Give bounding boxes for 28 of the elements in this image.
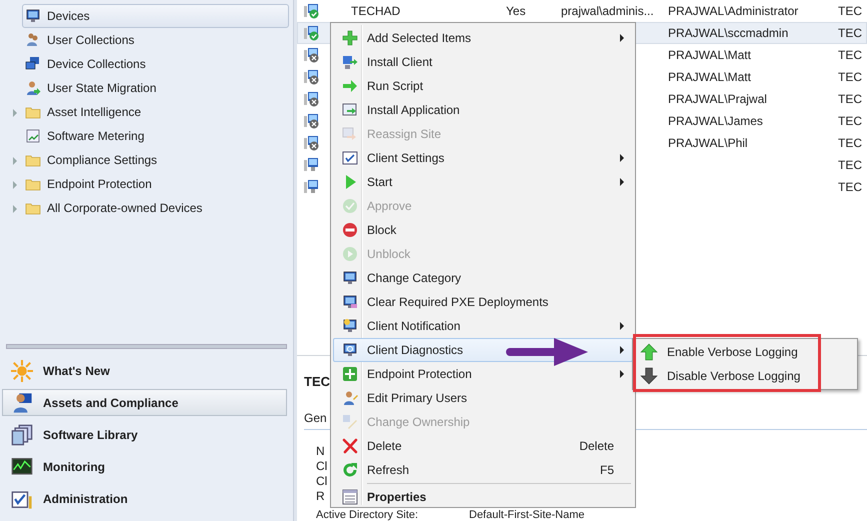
field-label: N bbox=[316, 444, 325, 458]
table-cell-text: TEC bbox=[838, 114, 863, 128]
table-cell-text: TEC bbox=[838, 70, 863, 84]
table-cell-text: TEC bbox=[838, 4, 863, 18]
shortcut-label: Delete bbox=[579, 439, 614, 453]
table-cell-text: prajwal\adminis... bbox=[561, 4, 655, 18]
table-cell-text: TEC bbox=[838, 158, 863, 172]
table-cell-text: PRAJWAL\sccmadmin bbox=[668, 26, 790, 40]
table-cell-text: Yes bbox=[506, 4, 527, 18]
table-cell-text: PRAJWAL\Matt bbox=[668, 48, 752, 62]
table-cell-text: TEC bbox=[838, 48, 863, 62]
table-cell-text: PRAJWAL\Prajwal bbox=[668, 92, 768, 106]
field-label: Cl bbox=[316, 458, 328, 472]
table-cell-text: TECHAD bbox=[351, 4, 402, 18]
field-label: Active Directory Site: bbox=[316, 509, 420, 521]
table-cell-text: TEC bbox=[838, 180, 863, 194]
field-value: Default-First-Site-Name bbox=[469, 509, 585, 521]
table-cell-text: TEC bbox=[838, 92, 863, 106]
table-cell-text: TEC bbox=[838, 26, 863, 40]
details-title: TEC bbox=[304, 373, 330, 390]
field-label: Cl bbox=[316, 474, 328, 488]
table-cell-text: PRAJWAL\James bbox=[668, 114, 764, 128]
field-label: R bbox=[316, 488, 325, 502]
table-cell-text: PRAJWAL\Administrator bbox=[668, 4, 800, 18]
table-cell-text: PRAJWAL\Phil bbox=[668, 136, 749, 150]
table-cell-text: TEC bbox=[838, 136, 863, 150]
table-cell-text: PRAJWAL\Matt bbox=[668, 70, 752, 84]
shortcut-label: F5 bbox=[600, 463, 614, 477]
